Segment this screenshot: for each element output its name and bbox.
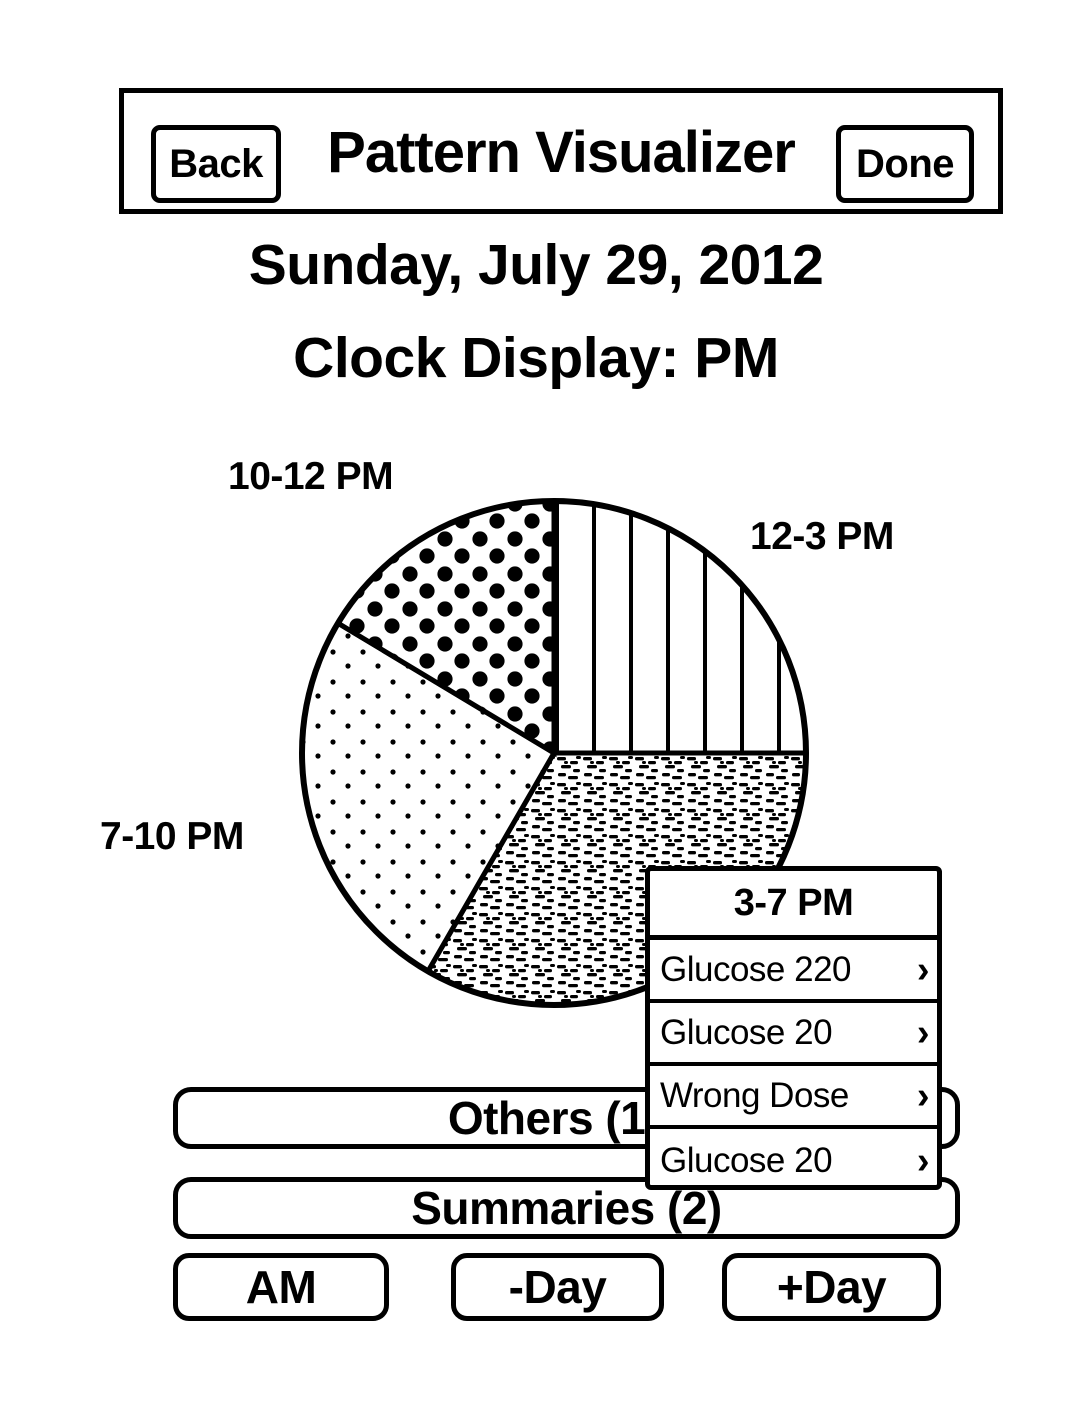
chevron-right-icon: › (916, 948, 930, 991)
popup-row-label: Glucose 20 (660, 1012, 833, 1052)
popup-row[interactable]: Glucose 20 › (650, 1003, 937, 1066)
pie-label-10-12pm: 10-12 PM (228, 455, 394, 498)
done-button[interactable]: Done (836, 125, 974, 203)
popup-row-label: Glucose 220 (660, 949, 852, 989)
minus-day-button[interactable]: -Day (451, 1253, 664, 1321)
pie-label-12-3pm: 12-3 PM (750, 515, 894, 558)
popup-title: 3-7 PM (650, 871, 937, 940)
chevron-right-icon: › (916, 1011, 930, 1054)
popup-row[interactable]: Glucose 220 › (650, 940, 937, 1003)
chevron-right-icon: › (916, 1074, 930, 1117)
navigation-bar: Back Pattern Visualizer Done (119, 88, 1003, 214)
popup-row[interactable]: Wrong Dose › (650, 1066, 937, 1129)
chevron-right-icon: › (916, 1139, 930, 1182)
clock-display-heading: Clock Display: PM (293, 326, 779, 390)
slice-detail-popup: 3-7 PM Glucose 220 › Glucose 20 › Wrong … (645, 866, 942, 1190)
am-toggle-button[interactable]: AM (173, 1253, 389, 1321)
popup-row-label: Wrong Dose (660, 1075, 849, 1115)
date-heading: Sunday, July 29, 2012 (248, 233, 824, 297)
plus-day-button[interactable]: +Day (722, 1253, 941, 1321)
pie-label-7-10pm: 7-10 PM (100, 815, 244, 858)
popup-row[interactable]: Glucose 20 › (650, 1129, 937, 1185)
popup-row-label: Glucose 20 (660, 1140, 833, 1180)
